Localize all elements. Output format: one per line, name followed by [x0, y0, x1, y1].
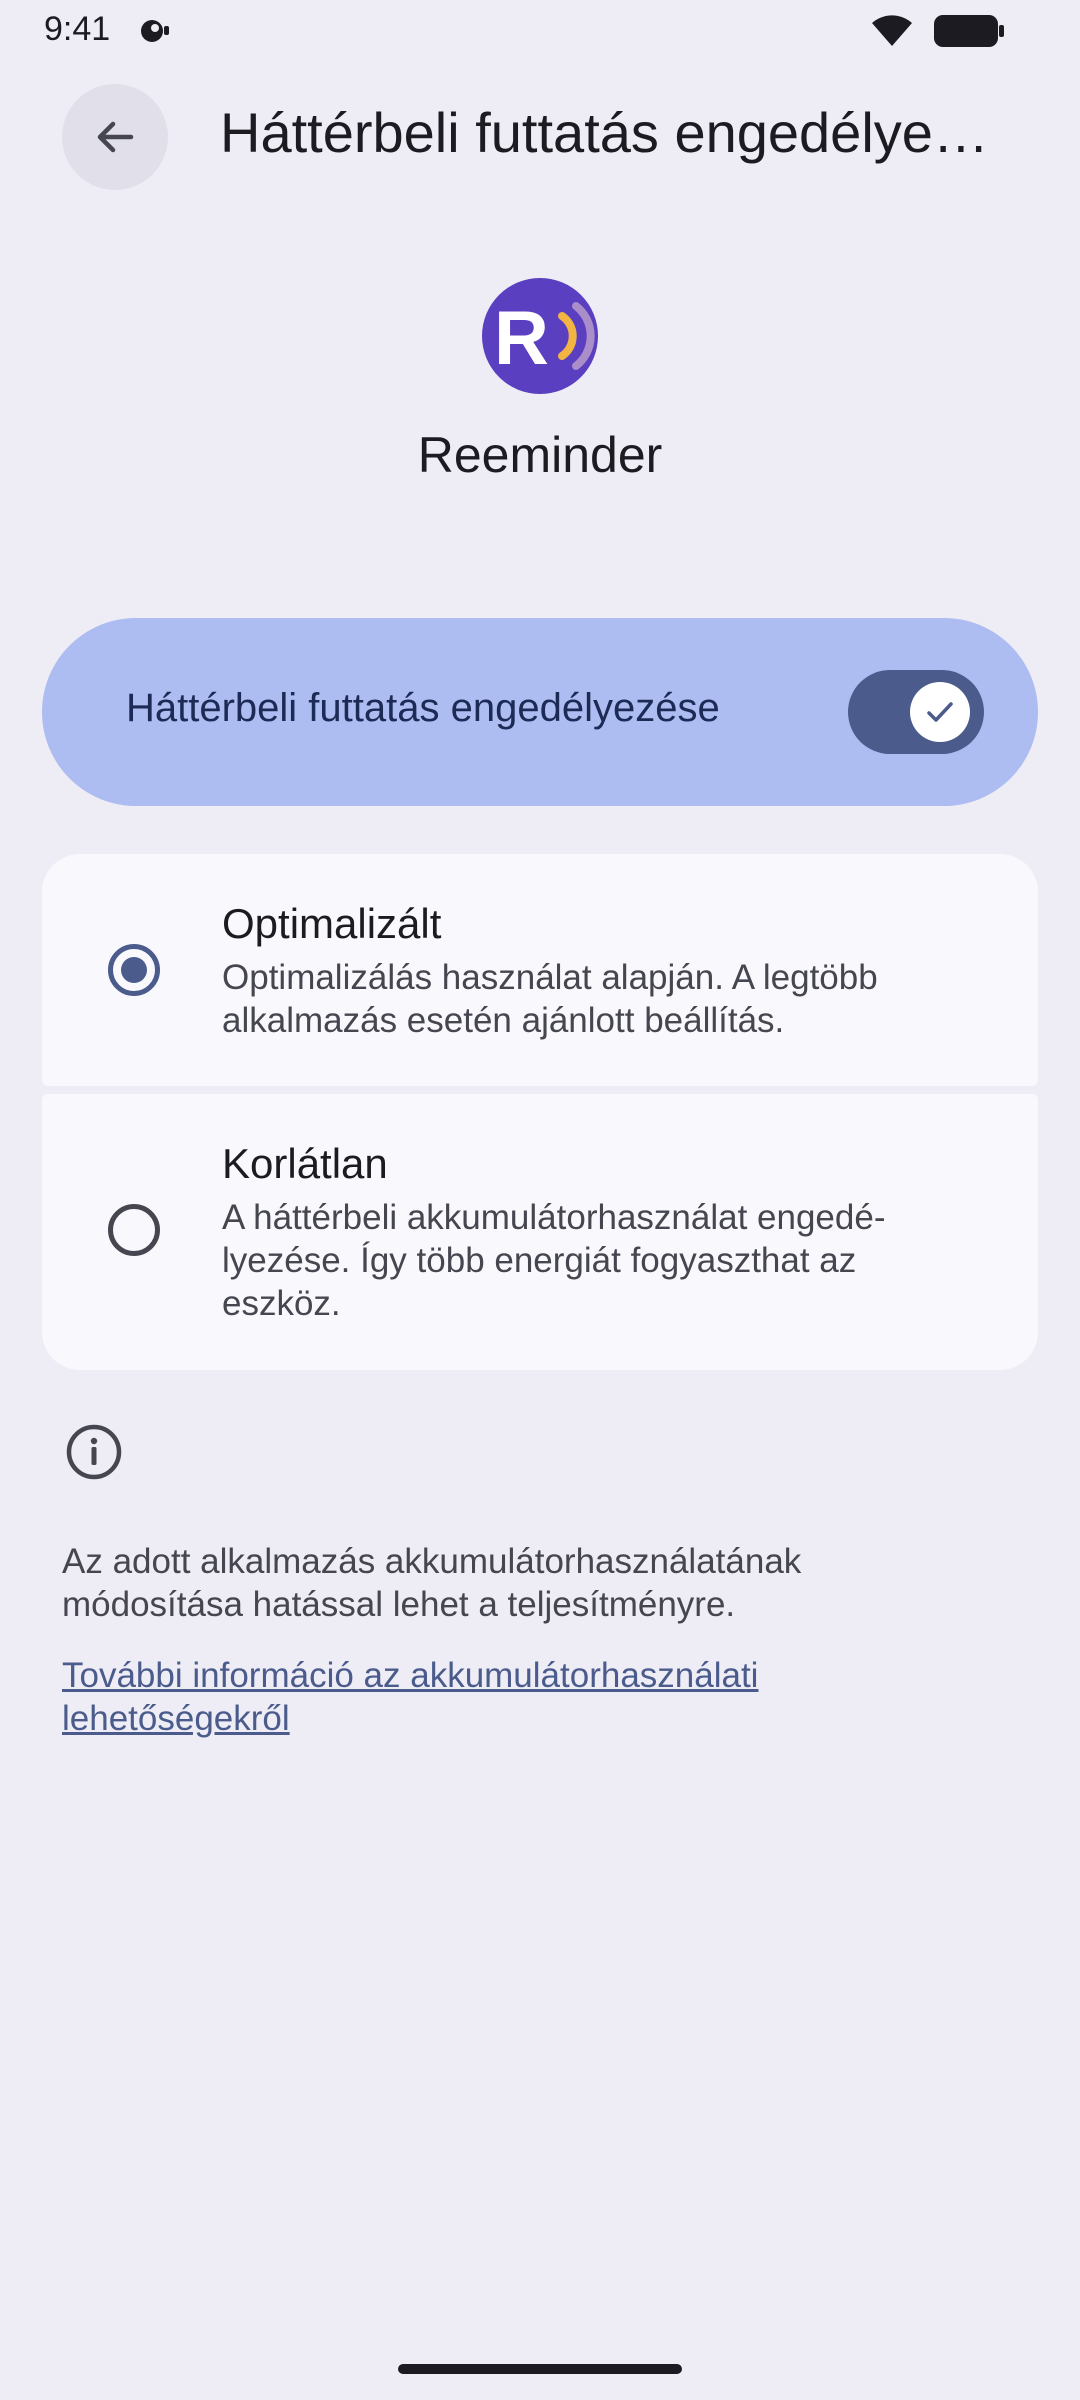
option-title: Korlátlan — [222, 1140, 388, 1187]
background-usage-switch[interactable] — [848, 670, 984, 754]
option-optimized[interactable]: Optimalizált Optimalizálás használat ala… — [42, 854, 1038, 1086]
app-name: Reeminder — [417, 427, 663, 483]
battery-icon — [934, 15, 1004, 47]
check-icon — [927, 702, 953, 722]
toggle-label: Háttérbeli futtatás engedélyezése — [126, 686, 720, 730]
back-button[interactable] — [62, 84, 168, 190]
arrow-back-icon — [97, 121, 134, 153]
learn-more-link[interactable]: További információ az akkumulátorhasznál… — [62, 1654, 962, 1740]
option-title: Optimalizált — [222, 900, 442, 947]
radio-unrestricted[interactable] — [108, 1204, 160, 1256]
background-usage-toggle-row[interactable]: Háttérbeli futtatás engedélyezése — [42, 618, 1038, 806]
status-bar: 9:41 — [0, 0, 1080, 60]
info-icon — [66, 1424, 122, 1480]
wifi-icon — [872, 15, 912, 46]
option-unrestricted[interactable]: Korlátlan A háttérbeli akkumulátorhaszná… — [42, 1094, 1038, 1370]
app-icon: R — [482, 278, 598, 394]
notification-icon — [141, 20, 169, 42]
option-description: A háttérbeli akkumulátorhasználat engedé… — [222, 1198, 886, 1323]
screen: 9:41 Háttérbeli futtatás engedélyezése R… — [0, 0, 1080, 2400]
switch-thumb — [910, 682, 970, 742]
page-title: Háttérbeli futtatás engedélyezése — [220, 101, 1000, 164]
svg-text:R: R — [494, 296, 549, 381]
radio-optimized[interactable] — [108, 944, 160, 996]
footer-text: Az adott alkalmazás akkumulátorhasználat… — [62, 1542, 802, 1624]
gesture-bar[interactable] — [398, 2364, 682, 2374]
option-description: Optimalizálás használat alapján. A legtö… — [222, 958, 878, 1040]
status-time: 9:41 — [44, 10, 111, 48]
